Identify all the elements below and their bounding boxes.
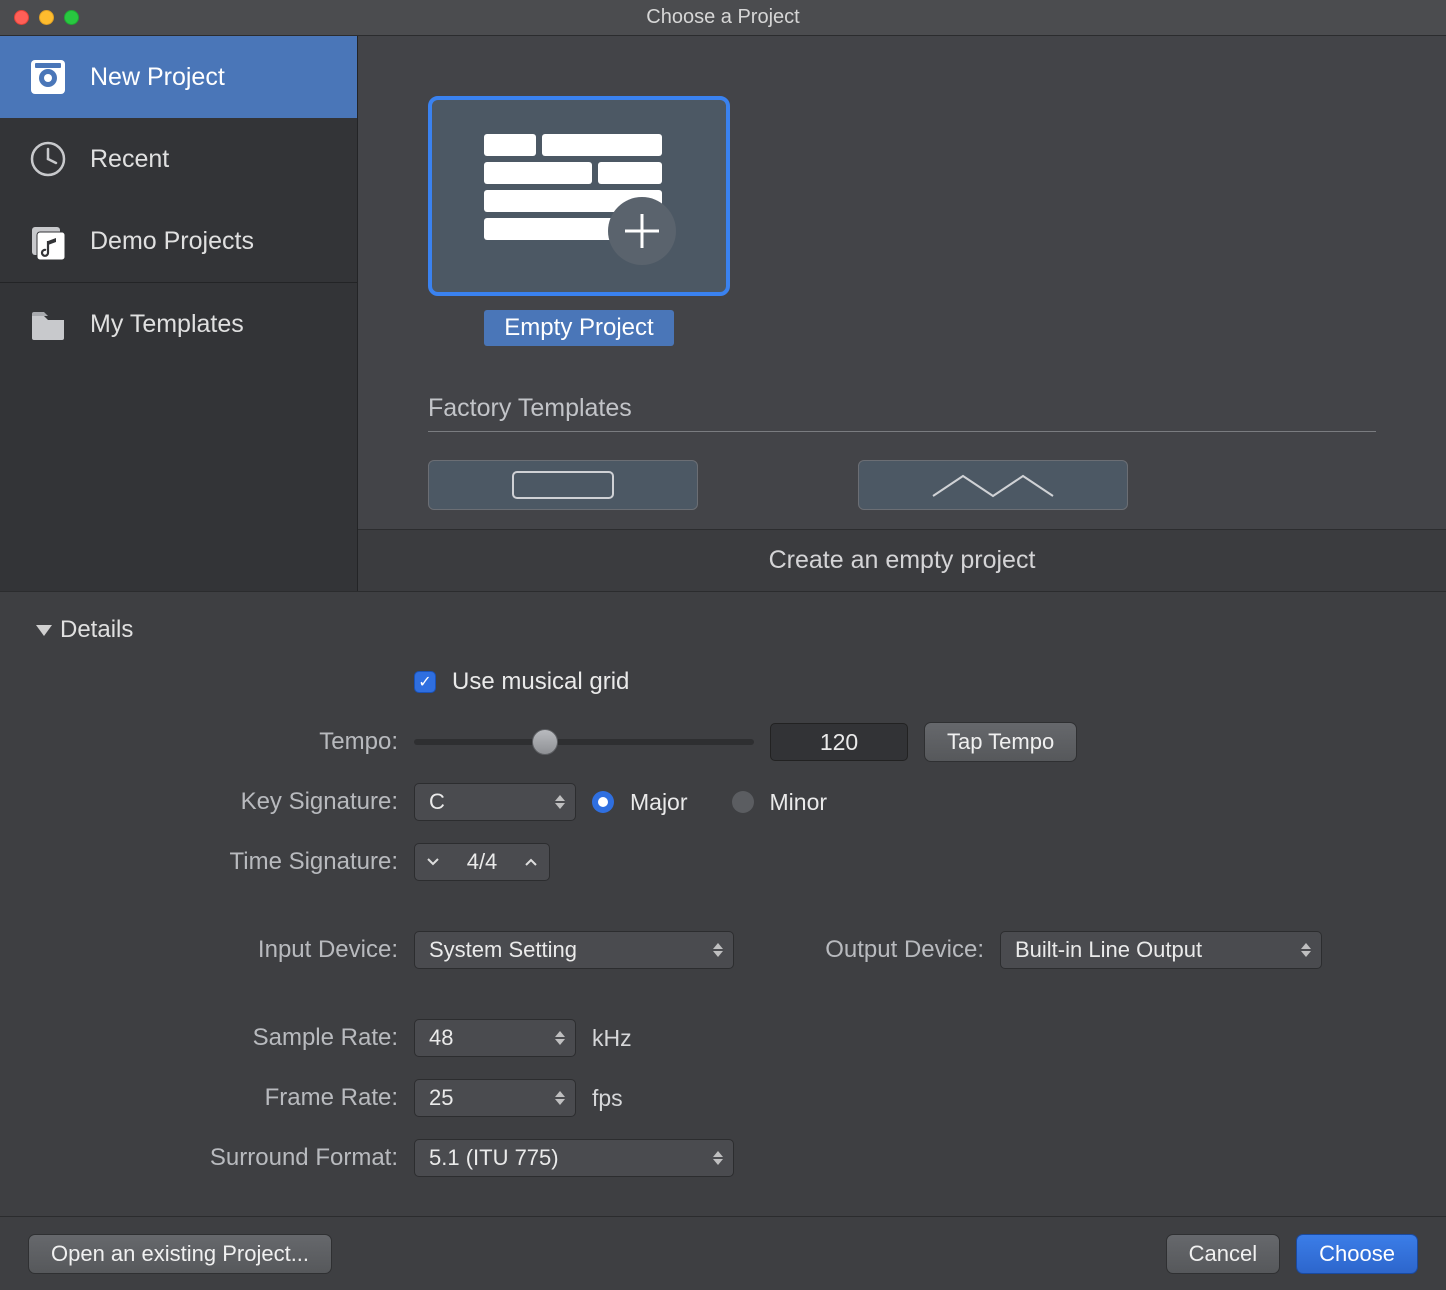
factory-templates-row	[428, 460, 1376, 510]
tempo-label: Tempo:	[62, 728, 414, 756]
main-area: Empty Project Factory Templates Create a…	[358, 36, 1446, 591]
surround-format-value: 5.1 (ITU 775)	[429, 1145, 559, 1171]
minimize-icon[interactable]	[39, 10, 54, 25]
stepper-icon	[555, 795, 565, 809]
new-project-icon	[28, 57, 68, 97]
choose-button[interactable]: Choose	[1296, 1234, 1418, 1274]
details-panel: Details ✓ Use musical grid Tempo: 120 Ta…	[0, 591, 1446, 1216]
sample-rate-select[interactable]: 48	[414, 1019, 576, 1057]
sample-rate-value: 48	[429, 1025, 453, 1051]
tap-tempo-button[interactable]: Tap Tempo	[924, 722, 1077, 762]
input-device-label: Input Device:	[62, 936, 414, 964]
factory-templates-header: Factory Templates	[428, 394, 1376, 432]
window-title: Choose a Project	[0, 6, 1446, 29]
open-existing-project-button[interactable]: Open an existing Project...	[28, 1234, 332, 1274]
sidebar-item-demo-projects[interactable]: Demo Projects	[0, 200, 357, 282]
template-description: Create an empty project	[358, 529, 1446, 591]
factory-template-1[interactable]	[428, 460, 698, 510]
frame-rate-value: 25	[429, 1085, 453, 1111]
sample-rate-label: Sample Rate:	[62, 1024, 414, 1052]
titlebar: Choose a Project	[0, 0, 1446, 36]
input-device-select[interactable]: System Setting	[414, 931, 734, 969]
factory-template-2[interactable]	[858, 460, 1128, 510]
sidebar-item-label: Demo Projects	[90, 227, 254, 256]
content-area: New Project Recent Demo Projects My Temp	[0, 36, 1446, 591]
slider-knob[interactable]	[532, 729, 558, 755]
project-chooser-window: Choose a Project New Project Recent	[0, 0, 1446, 1290]
sidebar-item-my-templates[interactable]: My Templates	[0, 283, 357, 365]
stepper-icon	[555, 1031, 565, 1045]
sidebar-item-label: My Templates	[90, 310, 244, 339]
sidebar-item-new-project[interactable]: New Project	[0, 36, 357, 118]
folder-icon	[28, 304, 68, 344]
disclosure-triangle-icon	[36, 625, 52, 636]
output-device-label: Output Device:	[792, 936, 984, 964]
minor-radio[interactable]	[732, 791, 754, 813]
stepper-icon	[713, 943, 723, 957]
use-musical-grid-label: Use musical grid	[452, 668, 629, 696]
key-signature-label: Key Signature:	[62, 788, 414, 816]
key-signature-select[interactable]: C	[414, 783, 576, 821]
time-signature-label: Time Signature:	[62, 848, 414, 876]
input-device-value: System Setting	[429, 937, 577, 963]
sidebar-item-label: New Project	[90, 63, 225, 92]
clock-icon	[28, 139, 68, 179]
cancel-button[interactable]: Cancel	[1166, 1234, 1280, 1274]
frame-rate-unit: fps	[592, 1085, 623, 1112]
template-label: Empty Project	[484, 310, 673, 346]
time-signature-stepper[interactable]: 4/4	[414, 843, 550, 881]
chevron-up-icon[interactable]	[513, 858, 549, 866]
output-device-value: Built-in Line Output	[1015, 937, 1202, 963]
frame-rate-label: Frame Rate:	[62, 1084, 414, 1112]
frame-rate-select[interactable]: 25	[414, 1079, 576, 1117]
major-radio[interactable]	[592, 791, 614, 813]
sidebar: New Project Recent Demo Projects My Temp	[0, 36, 358, 591]
time-signature-value: 4/4	[451, 849, 513, 875]
sidebar-item-recent[interactable]: Recent	[0, 118, 357, 200]
sidebar-item-label: Recent	[90, 145, 169, 174]
details-disclosure[interactable]: Details	[36, 616, 1410, 644]
minor-label: Minor	[770, 789, 828, 816]
tempo-slider[interactable]	[414, 739, 754, 745]
sample-rate-unit: kHz	[592, 1025, 632, 1052]
stepper-icon	[1301, 943, 1311, 957]
output-device-select[interactable]: Built-in Line Output	[1000, 931, 1322, 969]
template-thumbnail	[428, 96, 730, 296]
close-icon[interactable]	[14, 10, 29, 25]
footer: Open an existing Project... Cancel Choos…	[0, 1216, 1446, 1290]
demo-projects-icon	[28, 221, 68, 261]
templates-list: Empty Project Factory Templates	[358, 36, 1446, 529]
stepper-icon	[555, 1091, 565, 1105]
tempo-value[interactable]: 120	[770, 723, 908, 761]
window-controls	[14, 10, 79, 25]
details-header-label: Details	[60, 616, 133, 644]
chevron-down-icon[interactable]	[415, 858, 451, 866]
major-label: Major	[630, 789, 688, 816]
stepper-icon	[713, 1151, 723, 1165]
use-musical-grid-checkbox[interactable]: ✓	[414, 671, 436, 693]
template-empty-project[interactable]: Empty Project	[428, 96, 730, 346]
zoom-icon[interactable]	[64, 10, 79, 25]
surround-format-select[interactable]: 5.1 (ITU 775)	[414, 1139, 734, 1177]
surround-format-label: Surround Format:	[62, 1144, 414, 1172]
key-signature-value: C	[429, 789, 445, 815]
